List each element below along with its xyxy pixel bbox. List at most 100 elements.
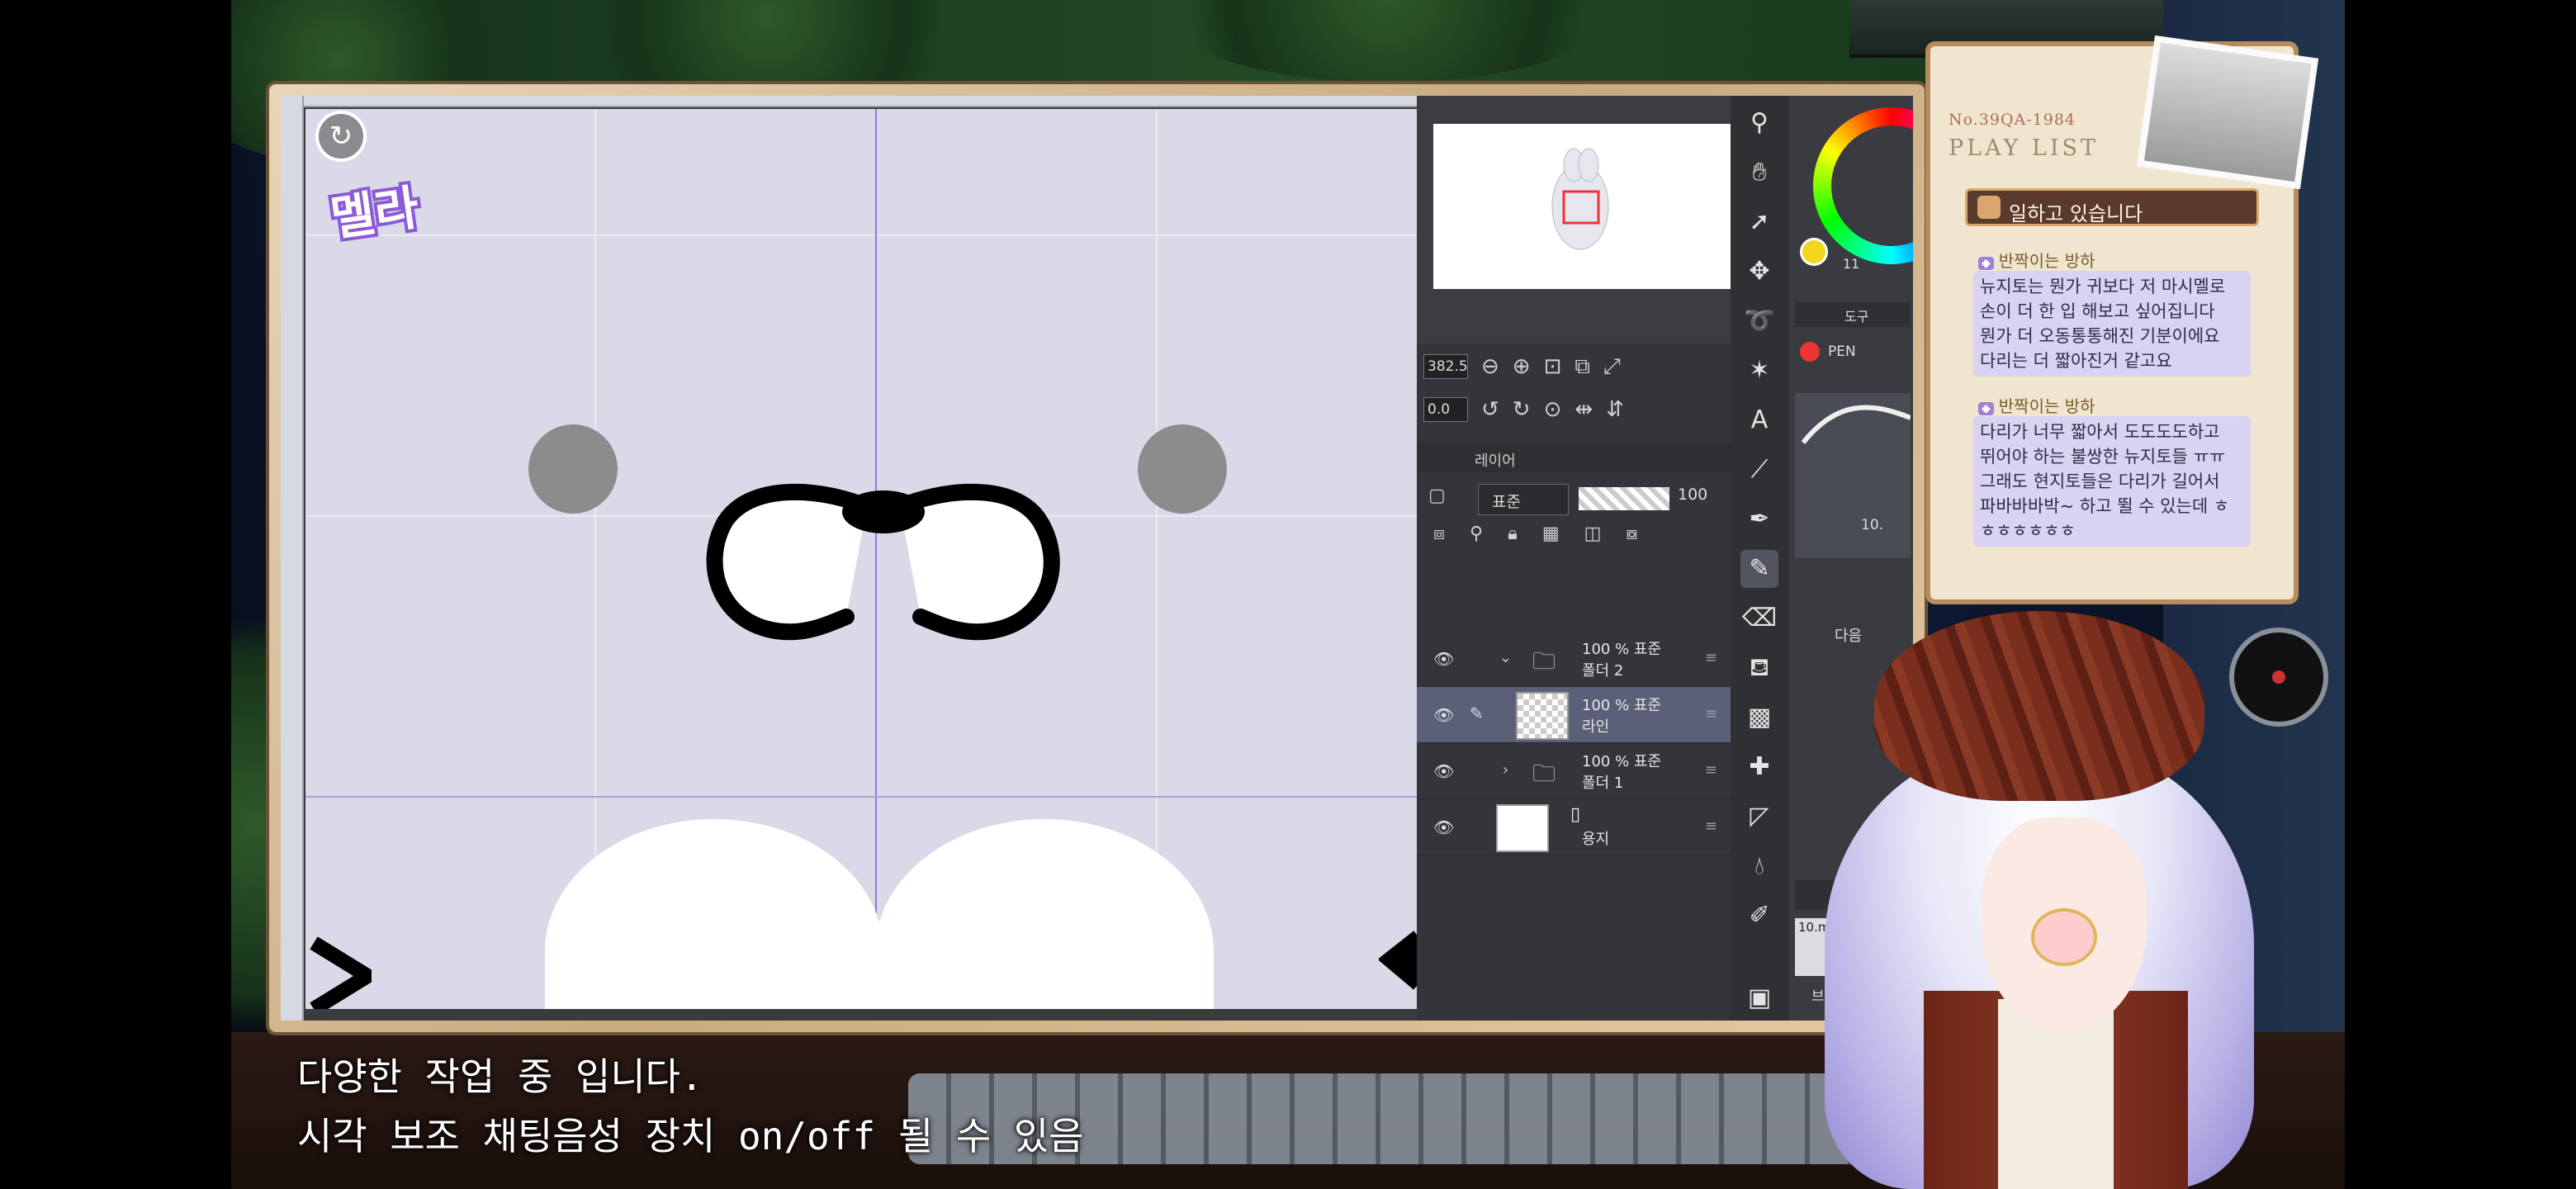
navigator-panel <box>1417 96 1731 343</box>
layer-name: 폴더 2 <box>1582 662 1624 680</box>
frame-tool-icon[interactable]: ◸ <box>1740 798 1778 836</box>
character-mouth-lineart <box>706 483 1060 641</box>
figure-tool-icon[interactable]: ✚ <box>1740 748 1778 786</box>
chat-line: 다리가 너무 짧아서 도도도도하고 <box>1980 422 2220 442</box>
move-tool-icon[interactable]: ✥ <box>1740 253 1778 291</box>
opacity-value[interactable]: 100 <box>1678 486 1707 504</box>
zoom-value[interactable]: 382.5 <box>1423 354 1468 379</box>
subtitle-overlay: 다양한 작업 중 입니다. 시각 보조 채팅음성 장치 on/off 될 수 있… <box>297 1047 1084 1166</box>
character-eye-left <box>528 424 618 514</box>
drag-handle-icon[interactable]: ≡ <box>1705 761 1717 779</box>
reset-rotate-icon[interactable]: ⊙ <box>1544 399 1562 420</box>
drag-handle-icon[interactable]: ≡ <box>1705 817 1717 835</box>
flip-horizontal-icon[interactable]: ⇹ <box>1574 399 1593 420</box>
layer-row-paper[interactable]: 👁︎ ▯ 용지 ≡ <box>1417 799 1731 855</box>
eyedropper-tool-icon[interactable]: ⟋ <box>1740 451 1778 489</box>
rotate-canvas-button[interactable]: ↻ <box>315 111 367 162</box>
layer-color-icon[interactable]: ▢ <box>1428 487 1446 505</box>
chat-username: ◆ 반짝이는 방하 <box>1978 393 2095 417</box>
ruler-left <box>281 96 304 1021</box>
sub-tool-tab-label: 도구 <box>1844 309 1869 324</box>
brush-size-value: 11 <box>1843 256 1860 272</box>
blend-mode-select[interactable]: 표준 <box>1478 484 1569 515</box>
brush-preview-list[interactable]: 10. <box>1795 393 1912 558</box>
layer-row-folder-1[interactable]: 👁︎ › 🗀 100 % 표준 폴더 1 ≡ <box>1417 743 1731 799</box>
rotate-right-icon[interactable]: ↻ <box>1513 399 1531 420</box>
layer-mode: 100 % 표준 <box>1582 697 1662 714</box>
rotate-value[interactable]: 0.0 <box>1423 397 1468 422</box>
navigator-preview[interactable] <box>1433 124 1731 289</box>
fill-tool-icon[interactable]: ⛾ <box>1740 649 1778 687</box>
sub-tool-tab[interactable]: 도구 <box>1795 302 1911 327</box>
pencil-tool-icon[interactable]: ✎ <box>1740 550 1778 588</box>
visibility-eye-icon[interactable]: 👁︎ <box>1433 817 1454 837</box>
pen-tool-icon[interactable]: ✒ <box>1740 500 1778 538</box>
layer-name: 용지 <box>1582 831 1610 848</box>
fit-window-icon[interactable]: ⤢ <box>1603 356 1621 377</box>
chat-overlay: No.39QA-1984 PLAY LIST 일하고 있습니다 ◆ 반짝이는 방하… <box>1930 35 2319 599</box>
chat-line: 손이 더 한 입 해보고 싶어집니다 <box>1980 301 2215 321</box>
gradient-tool-icon[interactable]: ▩ <box>1740 699 1778 737</box>
chevron-down-icon[interactable]: ⌄ <box>1499 649 1512 666</box>
visibility-eye-icon[interactable]: 👁︎ <box>1433 705 1454 725</box>
layer-panel: 레이어 ▢ 표준 100 ⧈ ⚲ 🔒︎ ▦ ◫ ⧇ 👁︎ ⌄ 🗀 100 % 표… <box>1417 443 1731 1021</box>
canvas-area[interactable]: ↻ 멜라 <box>281 96 1417 1021</box>
eraser-tool-icon[interactable]: ⌫ <box>1740 599 1778 637</box>
chat-line: 뉴지토는 뭔가 귀보다 저 마시멜로 <box>1980 277 2226 296</box>
navigator-thumbnail <box>1551 148 1609 250</box>
layer-options: ▢ 표준 100 ⧈ ⚲ 🔒︎ ▦ ◫ ⧇ <box>1417 472 1731 555</box>
layer-name: 라인 <box>1582 718 1610 736</box>
sub-tool-group-pen[interactable]: PEN <box>1795 335 1911 368</box>
color-wheel[interactable] <box>1813 107 1913 264</box>
rotate-left-icon[interactable]: ↺ <box>1481 399 1499 420</box>
blend-tool-icon[interactable]: 💧︎ <box>1740 847 1778 885</box>
drag-handle-icon[interactable]: ≡ <box>1705 705 1717 722</box>
zoom-out-icon[interactable]: ⊖ <box>1481 356 1499 377</box>
clip-icon[interactable]: ⧈ <box>1433 525 1445 543</box>
layer-row-folder-2[interactable]: 👁︎ ⌄ 🗀 100 % 표준 폴더 2 ≡ <box>1417 631 1731 687</box>
chat-line: 다리는 더 짧아진거 같고요 <box>1980 351 2172 371</box>
pen-edit-icon: ✎ <box>1470 703 1484 723</box>
ruler-icon[interactable]: ⧇ <box>1626 525 1637 543</box>
vtuber-avatar <box>1775 611 2353 1189</box>
actual-size-icon[interactable]: ⧉ <box>1574 356 1590 377</box>
lock-transparency-icon[interactable]: ▦ <box>1542 525 1560 543</box>
layer-name: 폴더 1 <box>1582 775 1624 792</box>
status-text: 일하고 있습니다 <box>2009 202 2143 225</box>
object-tool-icon[interactable]: ➚ <box>1740 203 1778 241</box>
pen-group-icon <box>1800 342 1820 362</box>
zoom-in-icon[interactable]: ⊕ <box>1513 356 1531 377</box>
fit-icon[interactable]: ⊡ <box>1544 356 1562 377</box>
visibility-eye-icon[interactable]: 👁︎ <box>1433 761 1454 781</box>
opacity-slider[interactable] <box>1579 487 1669 510</box>
avatar-glasses <box>2031 908 2097 966</box>
reference-icon[interactable]: ⚲ <box>1470 525 1483 543</box>
paper-icon: ▯ <box>1570 804 1581 825</box>
flip-vertical-icon[interactable]: ⇵ <box>1606 399 1624 420</box>
mask-icon[interactable]: ◫ <box>1584 525 1602 543</box>
drag-handle-icon[interactable]: ≡ <box>1705 649 1717 666</box>
ruler-top <box>304 96 1417 107</box>
chevron-right-icon[interactable]: › <box>1503 761 1508 779</box>
lock-icon[interactable]: 🔒︎ <box>1508 525 1518 543</box>
color-swatch-icon[interactable]: ▣ <box>1740 979 1778 1017</box>
text-tool-icon[interactable]: A <box>1740 401 1778 439</box>
correction-tool-icon[interactable]: ✐ <box>1740 897 1778 935</box>
status-icon <box>1977 196 2001 219</box>
hand-tool-icon[interactable]: ✋︎ <box>1740 154 1778 192</box>
playlist-number: No.39QA-1984 <box>1949 111 2076 129</box>
main-color-swatch[interactable] <box>1800 238 1828 266</box>
drawing-canvas[interactable] <box>305 109 1417 1009</box>
chat-message: 다리가 너무 짧아서 도도도도하고 뛰어야 하는 불쌍한 뉴지토들 ㅠㅠ 그래도… <box>1973 416 2251 547</box>
grid-line <box>305 234 1417 236</box>
visibility-eye-icon[interactable]: 👁︎ <box>1433 649 1454 669</box>
zoom-tool-icon[interactable]: ⚲ <box>1740 104 1778 142</box>
magic-wand-tool-icon[interactable]: ✶ <box>1740 352 1778 390</box>
layer-row-line[interactable]: 👁︎ ✎ 100 % 표준 라인 ≡ <box>1417 687 1731 743</box>
lineart-fragment <box>310 936 372 1009</box>
lasso-tool-icon[interactable]: ➰ <box>1740 302 1778 340</box>
layer-thumbnail <box>1496 804 1549 852</box>
tab-layer[interactable]: 레이어 <box>1417 443 1731 472</box>
chat-line: ㅎㅎㅎㅎㅎㅎ <box>1980 521 2076 541</box>
pen-group-label: PEN <box>1828 343 1856 360</box>
